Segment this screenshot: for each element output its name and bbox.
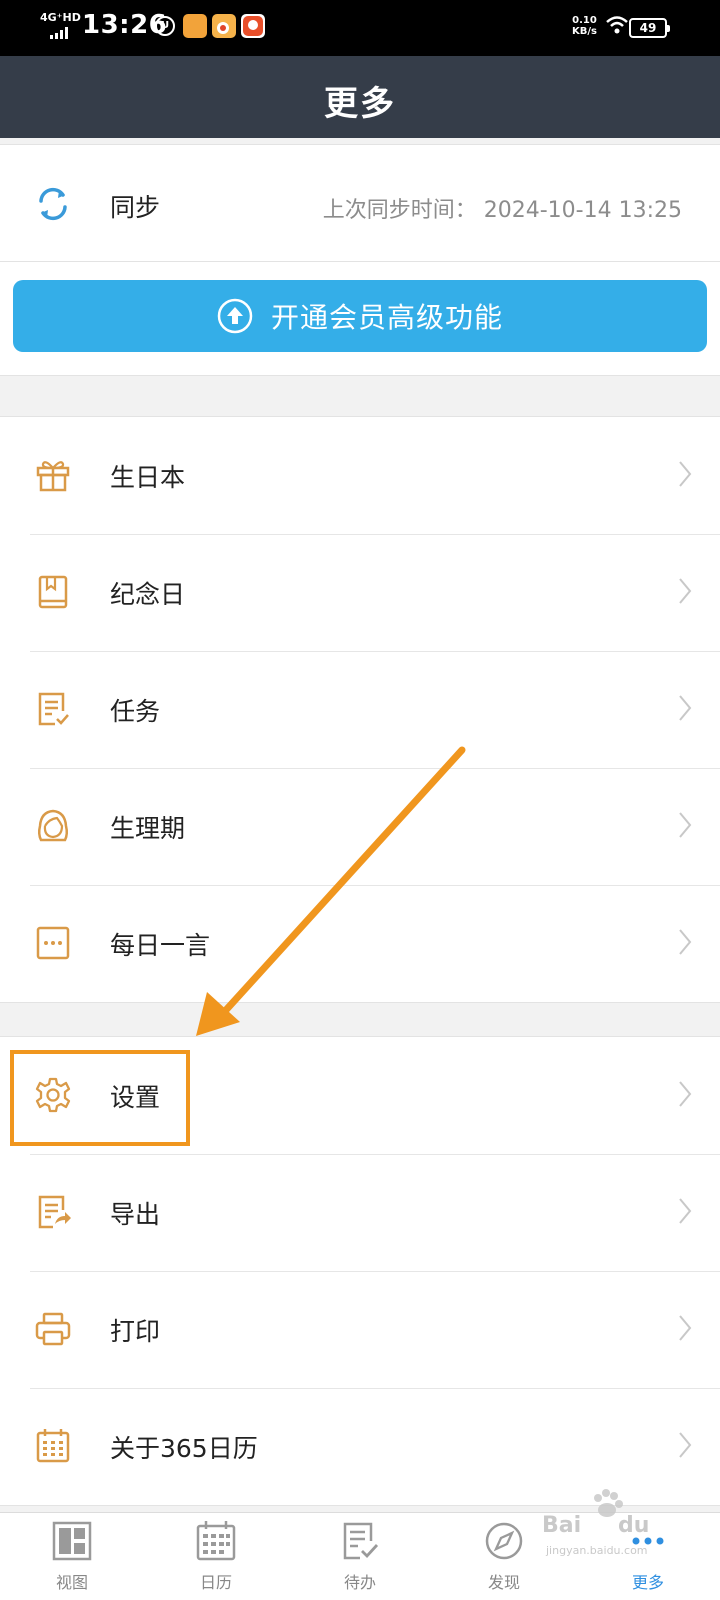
svg-text:Bai: Bai — [542, 1513, 581, 1538]
menu-label: 导出 — [110, 1199, 161, 1229]
svg-text:du: du — [618, 1513, 649, 1538]
menu-label: 关于365日历 — [110, 1433, 258, 1463]
chevron-right-icon — [679, 1198, 692, 1224]
menu-item-export[interactable]: 导出 — [0, 1154, 720, 1271]
menu-label: 生理期 — [110, 813, 186, 843]
sync-icon — [39, 187, 67, 221]
notification-app-icon — [183, 14, 207, 38]
nav-label: 日历 — [199, 1573, 232, 1592]
chevron-right-icon — [679, 812, 692, 838]
printer-icon — [35, 1312, 71, 1346]
settings-highlight-box — [10, 1050, 190, 1146]
more-content: 同步 上次同步时间： 2024-10-14 13:25 开通会员高级功能 生日本 — [0, 138, 720, 1512]
watermark-logo: Bai du jingyan.baidu.com — [542, 1489, 649, 1557]
gift-icon — [36, 461, 70, 492]
svg-text:jingyan.baidu.com: jingyan.baidu.com — [545, 1544, 648, 1557]
chevron-right-icon — [679, 1315, 692, 1341]
nav-item-calendar[interactable]: 日历 — [144, 1513, 288, 1600]
menu-label: 任务 — [110, 696, 161, 726]
book-icon — [38, 575, 68, 609]
nav-item-todo[interactable]: 待办 — [288, 1513, 432, 1600]
upgrade-vip-button[interactable]: 开通会员高级功能 — [13, 280, 707, 352]
upload-circle-icon — [217, 298, 253, 334]
weibo-icon — [212, 14, 236, 38]
notification-app-icon-2 — [241, 14, 265, 38]
chevron-right-icon — [679, 929, 692, 955]
network-speed: 0.10 KB/s — [572, 15, 597, 37]
battery-indicator: 49 — [629, 18, 670, 38]
feature-list-group-1: 生日本 纪念日 任务 生理期 每日一言 — [0, 416, 720, 1003]
task-icon — [38, 692, 69, 726]
menu-label: 纪念日 — [110, 579, 186, 609]
nav-item-view[interactable]: 视图 — [0, 1513, 144, 1600]
menu-label: 每日一言 — [110, 930, 211, 960]
menu-item-daily-quote[interactable]: 每日一言 — [0, 885, 720, 1002]
notification-u-icon: U — [155, 16, 175, 36]
nav-label: 视图 — [55, 1573, 88, 1592]
vip-section: 开通会员高级功能 — [0, 262, 720, 376]
menu-item-period[interactable]: 生理期 — [0, 768, 720, 885]
signal-icon — [50, 27, 68, 39]
menu-label: 生日本 — [110, 462, 186, 492]
app-header: 更多 — [0, 56, 720, 138]
sync-label: 同步 — [110, 193, 161, 222]
status-bar: 4G⁺HD 13:26 U 0.10 KB/s 49 — [0, 0, 720, 56]
menu-item-anniversary[interactable]: 纪念日 — [0, 534, 720, 651]
last-sync-time: 上次同步时间： 2024-10-14 13:25 — [322, 198, 682, 223]
nav-label: 发现 — [487, 1573, 520, 1592]
nav-label: 待办 — [343, 1573, 376, 1592]
calendar-nav-icon — [196, 1521, 236, 1561]
sync-row[interactable]: 同步 上次同步时间： 2024-10-14 13:25 — [0, 144, 720, 262]
export-icon — [38, 1195, 71, 1229]
nav-label: 更多 — [631, 1573, 664, 1592]
wifi-icon — [606, 16, 628, 34]
woman-icon — [37, 809, 69, 842]
upgrade-vip-label: 开通会员高级功能 — [270, 301, 503, 334]
view-icon — [52, 1521, 92, 1561]
chevron-right-icon — [679, 1081, 692, 1107]
chevron-right-icon — [679, 461, 692, 487]
menu-label: 打印 — [110, 1316, 161, 1346]
calendar-icon — [36, 1429, 70, 1463]
menu-item-tasks[interactable]: 任务 — [0, 651, 720, 768]
compass-icon — [485, 1522, 523, 1560]
chevron-right-icon — [679, 695, 692, 721]
quote-icon — [36, 926, 70, 960]
chevron-right-icon — [679, 1432, 692, 1458]
network-type: 4G⁺HD — [40, 11, 81, 24]
chevron-right-icon — [679, 578, 692, 604]
menu-item-birthday-book[interactable]: 生日本 — [0, 417, 720, 534]
todo-icon — [343, 1522, 379, 1560]
menu-item-print[interactable]: 打印 — [0, 1271, 720, 1388]
page-title: 更多 — [324, 84, 396, 124]
